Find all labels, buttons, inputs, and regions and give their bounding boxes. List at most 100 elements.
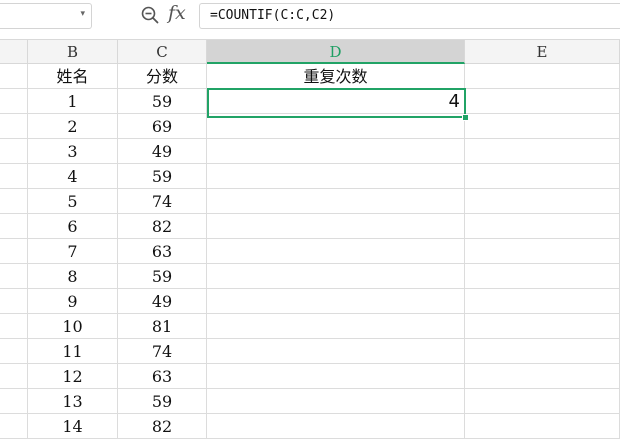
cell-e[interactable]: [465, 164, 620, 188]
cell-a[interactable]: [0, 164, 28, 188]
cell-b[interactable]: 12: [28, 364, 118, 388]
cell-e[interactable]: [465, 214, 620, 238]
cell-a[interactable]: [0, 414, 28, 438]
cell-b[interactable]: 9: [28, 289, 118, 313]
cell-e[interactable]: [465, 64, 620, 88]
cell-e[interactable]: [465, 264, 620, 288]
cell-d[interactable]: [207, 389, 465, 413]
cell-d[interactable]: [207, 239, 465, 263]
cell-e[interactable]: [465, 139, 620, 163]
cell-b[interactable]: 7: [28, 239, 118, 263]
cell-a[interactable]: [0, 264, 28, 288]
cell-a[interactable]: [0, 389, 28, 413]
cell-a[interactable]: [0, 289, 28, 313]
cell-a[interactable]: [0, 364, 28, 388]
table-row: 8 59: [0, 264, 620, 289]
table-row: 2 69: [0, 114, 620, 139]
formula-input[interactable]: =COUNTIF(C:C,C2): [199, 3, 620, 29]
column-header-d[interactable]: D: [207, 40, 465, 64]
cell-d[interactable]: [207, 164, 465, 188]
table-row: 4 59: [0, 164, 620, 189]
column-header-c[interactable]: C: [118, 40, 207, 64]
cell-d[interactable]: [207, 364, 465, 388]
cell-e[interactable]: [465, 389, 620, 413]
table-row: 5 74: [0, 189, 620, 214]
cell-b[interactable]: 6: [28, 214, 118, 238]
cell-c[interactable]: 49: [118, 289, 207, 313]
cell-b[interactable]: 2: [28, 114, 118, 138]
column-header-a[interactable]: [0, 40, 28, 64]
cell-d[interactable]: [207, 314, 465, 338]
cell-e[interactable]: [465, 239, 620, 263]
cell-b[interactable]: 1: [28, 89, 118, 113]
formula-bar: ▾ fx =COUNTIF(C:C,C2): [0, 0, 620, 40]
cell-a[interactable]: [0, 239, 28, 263]
cell-e[interactable]: [465, 289, 620, 313]
table-row: 6 82: [0, 214, 620, 239]
cell-a[interactable]: [0, 339, 28, 363]
cell-a[interactable]: [0, 214, 28, 238]
cell-a[interactable]: [0, 314, 28, 338]
cell-e[interactable]: [465, 314, 620, 338]
spreadsheet-grid: B C D E 姓名 分数 重复次数 1 59 4 2 69 3 49 4 59 5 74 6 82 7 63 8 5…: [0, 40, 620, 439]
cell-a[interactable]: [0, 89, 28, 113]
cell-e[interactable]: [465, 414, 620, 438]
cell-d[interactable]: [207, 264, 465, 288]
cell-b[interactable]: 11: [28, 339, 118, 363]
cell-d[interactable]: [207, 214, 465, 238]
cell-b[interactable]: 5: [28, 189, 118, 213]
cell-b[interactable]: 4: [28, 164, 118, 188]
cell-d[interactable]: 重复次数: [207, 64, 465, 88]
table-row: 3 49: [0, 139, 620, 164]
cell-b[interactable]: 10: [28, 314, 118, 338]
cell-c[interactable]: 59: [118, 264, 207, 288]
name-box[interactable]: ▾: [0, 3, 92, 29]
cell-d[interactable]: [207, 139, 465, 163]
column-header-b[interactable]: B: [28, 40, 118, 64]
cell-c[interactable]: 49: [118, 139, 207, 163]
cell-d[interactable]: [207, 289, 465, 313]
cell-e[interactable]: [465, 114, 620, 138]
chevron-down-icon[interactable]: ▾: [80, 9, 85, 19]
cell-e[interactable]: [465, 189, 620, 213]
cell-b[interactable]: 姓名: [28, 64, 118, 88]
zoom-icon[interactable]: [141, 6, 159, 24]
table-row: 10 81: [0, 314, 620, 339]
cell-c[interactable]: 分数: [118, 64, 207, 88]
cell-a[interactable]: [0, 64, 28, 88]
table-row: 7 63: [0, 239, 620, 264]
cell-c[interactable]: 69: [118, 114, 207, 138]
cell-c[interactable]: 59: [118, 89, 207, 113]
cell-d[interactable]: [207, 339, 465, 363]
cell-a[interactable]: [0, 189, 28, 213]
cell-c[interactable]: 82: [118, 414, 207, 438]
table-row: 11 74: [0, 339, 620, 364]
cell-b[interactable]: 3: [28, 139, 118, 163]
cell-c[interactable]: 63: [118, 364, 207, 388]
table-row: 1 59 4: [0, 89, 620, 114]
cell-c[interactable]: 63: [118, 239, 207, 263]
cell-e[interactable]: [465, 89, 620, 113]
cell-d[interactable]: [207, 414, 465, 438]
cell-b[interactable]: 8: [28, 264, 118, 288]
cell-e[interactable]: [465, 364, 620, 388]
cell-d[interactable]: [207, 114, 465, 138]
cell-c[interactable]: 74: [118, 189, 207, 213]
table-row: 9 49: [0, 289, 620, 314]
cell-b[interactable]: 14: [28, 414, 118, 438]
cell-e[interactable]: [465, 339, 620, 363]
cell-d[interactable]: 4: [207, 89, 465, 113]
cell-c[interactable]: 81: [118, 314, 207, 338]
table-row: 13 59: [0, 389, 620, 414]
cell-d[interactable]: [207, 189, 465, 213]
cell-c[interactable]: 59: [118, 164, 207, 188]
cell-b[interactable]: 13: [28, 389, 118, 413]
cell-c[interactable]: 82: [118, 214, 207, 238]
fx-icon[interactable]: fx: [168, 2, 186, 24]
column-header-e[interactable]: E: [465, 40, 620, 64]
cell-c[interactable]: 59: [118, 389, 207, 413]
cell-a[interactable]: [0, 139, 28, 163]
table-row: 14 82: [0, 414, 620, 439]
cell-a[interactable]: [0, 114, 28, 138]
cell-c[interactable]: 74: [118, 339, 207, 363]
